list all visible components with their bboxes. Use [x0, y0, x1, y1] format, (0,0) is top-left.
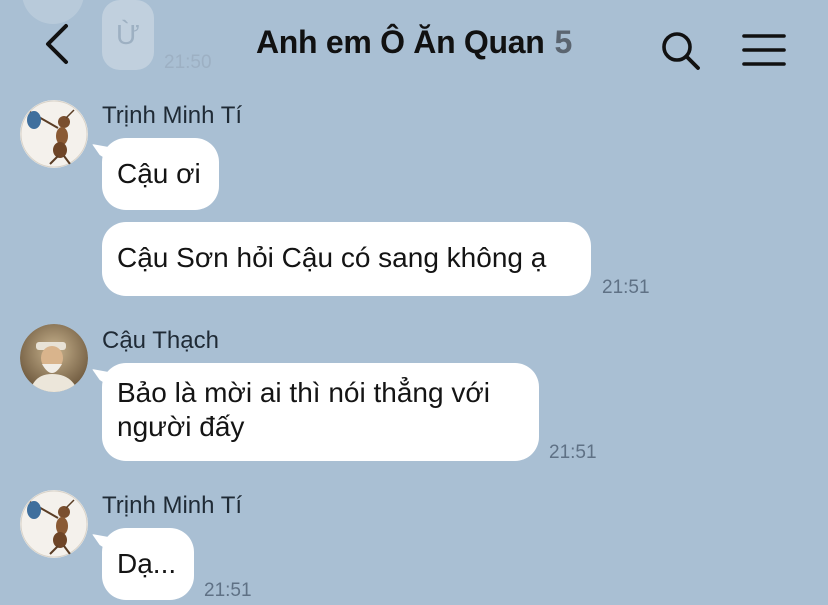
- member-count: 5: [554, 24, 573, 60]
- message-text: Cậu Sơn hỏi Cậu có sang không ạ: [117, 242, 547, 273]
- chat-title: Anh em Ô Ăn Quan 5: [0, 24, 828, 61]
- sender-name: Trịnh Minh Tí: [102, 102, 243, 129]
- avatar[interactable]: [20, 490, 88, 558]
- message-bubble[interactable]: Cậu ơi: [102, 138, 219, 210]
- search-icon: [662, 32, 700, 70]
- message-text: Cậu ơi: [117, 158, 201, 189]
- message-bubble[interactable]: Cậu Sơn hỏi Cậu có sang không ạ: [102, 222, 591, 296]
- chat-header: Anh em Ô Ăn Quan 5: [0, 0, 828, 92]
- menu-button[interactable]: [742, 32, 786, 68]
- sender-name: Cậu Thạch: [102, 327, 219, 354]
- message-time: 21:51: [602, 277, 650, 298]
- old-man-avatar: [20, 324, 88, 392]
- chat-screen: Ừ 21:50 Anh em Ô Ăn Quan 5 Trịnh Minh Tí…: [0, 0, 828, 605]
- group-name: Anh em Ô Ăn Quan: [255, 24, 545, 60]
- avatar[interactable]: [20, 324, 88, 392]
- ant-character-avatar: [20, 490, 88, 558]
- message-time: 21:51: [204, 580, 252, 601]
- avatar[interactable]: [20, 100, 88, 168]
- message-time: 21:51: [549, 442, 597, 463]
- message-text: Dạ...: [117, 548, 177, 579]
- message-text: Bảo là mời ai thì nói thẳng với người đấ…: [117, 377, 490, 442]
- hamburger-menu-icon: [742, 34, 786, 66]
- sender-name: Trịnh Minh Tí: [102, 492, 243, 519]
- message-bubble[interactable]: Dạ...: [102, 528, 194, 600]
- message-bubble[interactable]: Bảo là mời ai thì nói thẳng với người đấ…: [102, 363, 539, 461]
- search-button[interactable]: [660, 30, 702, 72]
- ant-character-avatar: [20, 100, 88, 168]
